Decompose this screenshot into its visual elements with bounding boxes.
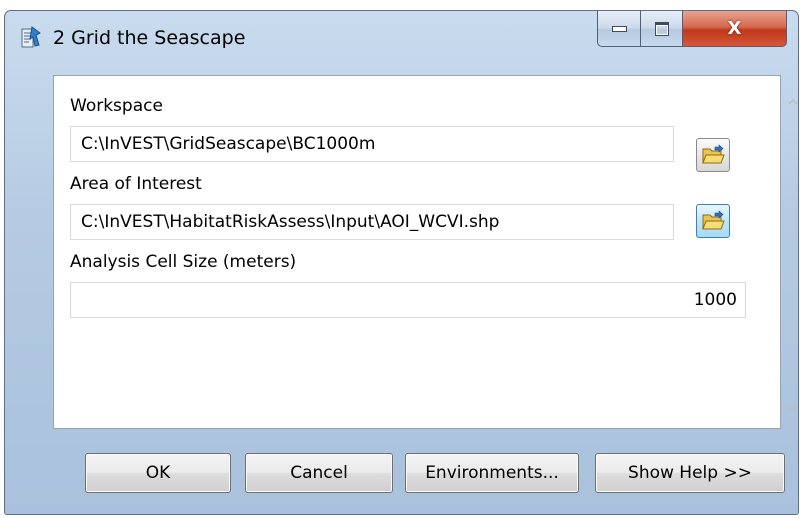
workspace-input[interactable]: C:\InVEST\GridSeascape\BC1000m [70, 126, 674, 162]
environments-button[interactable]: Environments... [405, 453, 579, 493]
open-folder-icon [702, 210, 725, 230]
cancel-button[interactable]: Cancel [245, 453, 393, 493]
area-of-interest-browse-button[interactable] [696, 204, 730, 238]
workspace-label: Workspace [70, 96, 163, 116]
cell-size-input[interactable]: 1000 [70, 282, 746, 318]
dialog-window: 2 Grid the Seascape X Workspace C:\InVES… [4, 10, 799, 515]
minimize-icon [611, 25, 627, 32]
close-button[interactable]: X [683, 11, 787, 47]
parameters-panel: Workspace C:\InVEST\GridSeascape\BC1000m… [53, 75, 798, 429]
window-title: 2 Grid the Seascape [53, 27, 246, 49]
cell-size-label: Analysis Cell Size (meters) [70, 252, 297, 272]
title-bar[interactable]: 2 Grid the Seascape X [5, 11, 798, 67]
toolbox-script-icon [21, 26, 41, 48]
workspace-browse-button[interactable] [696, 138, 730, 172]
scroll-up-arrow-icon[interactable] [788, 98, 798, 106]
maximize-button[interactable] [641, 11, 683, 47]
maximize-icon [654, 21, 669, 36]
area-of-interest-label: Area of Interest [70, 174, 202, 194]
scroll-down-arrow-icon[interactable] [788, 406, 798, 414]
close-icon: X [727, 18, 742, 39]
show-help-button[interactable]: Show Help >> [595, 453, 785, 493]
area-of-interest-input[interactable]: C:\InVEST\HabitatRiskAssess\Input\AOI_WC… [70, 204, 674, 240]
ok-button[interactable]: OK [85, 453, 231, 493]
open-folder-icon [702, 144, 725, 164]
minimize-button[interactable] [597, 11, 641, 47]
